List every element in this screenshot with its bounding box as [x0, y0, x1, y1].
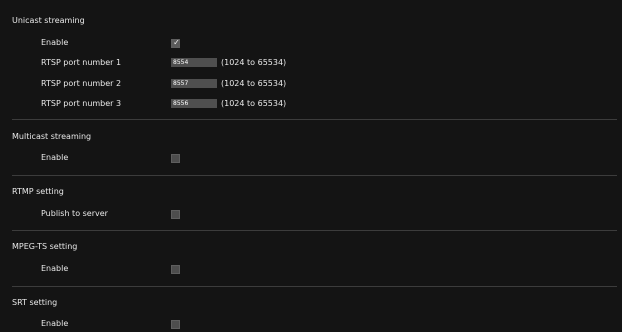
- rtmp-section-title: RTMP setting: [12, 187, 64, 196]
- rtsp-port-2-label: RTSP port number 2: [41, 79, 122, 88]
- streaming-settings-panel: Unicast streaming Enable ✓ RTSP port num…: [0, 0, 622, 332]
- rtsp-port-2-range: (1024 to 65534): [221, 79, 287, 88]
- multicast-enable-checkbox[interactable]: [171, 154, 180, 163]
- mpegts-enable-label: Enable: [41, 264, 69, 273]
- srt-enable-checkbox[interactable]: [171, 320, 180, 329]
- rtsp-port-1-label: RTSP port number 1: [41, 58, 122, 67]
- rtsp-port-3-input[interactable]: [171, 99, 217, 108]
- rtsp-port-2-input[interactable]: [171, 79, 217, 88]
- rtsp-port-1-range: (1024 to 65534): [221, 58, 287, 67]
- mpegts-enable-checkbox[interactable]: [171, 265, 180, 274]
- rtmp-publish-checkbox[interactable]: [171, 210, 180, 219]
- rtsp-port-3-label: RTSP port number 3: [41, 99, 122, 108]
- section-divider: [12, 175, 617, 176]
- unicast-section-title: Unicast streaming: [12, 16, 85, 25]
- mpegts-section-title: MPEG-TS setting: [12, 242, 78, 251]
- multicast-enable-label: Enable: [41, 153, 69, 162]
- multicast-section-title: Multicast streaming: [12, 132, 92, 141]
- section-divider: [12, 119, 617, 120]
- checkmark-icon: ✓: [173, 38, 180, 47]
- srt-enable-label: Enable: [41, 319, 69, 328]
- section-divider: [12, 286, 617, 287]
- rtsp-port-3-range: (1024 to 65534): [221, 99, 287, 108]
- rtmp-publish-label: Publish to server: [41, 209, 108, 218]
- section-divider: [12, 230, 617, 231]
- rtsp-port-1-input[interactable]: [171, 58, 217, 67]
- srt-section-title: SRT setting: [12, 298, 58, 307]
- unicast-enable-checkbox[interactable]: ✓: [171, 38, 180, 48]
- unicast-enable-label: Enable: [41, 38, 69, 47]
